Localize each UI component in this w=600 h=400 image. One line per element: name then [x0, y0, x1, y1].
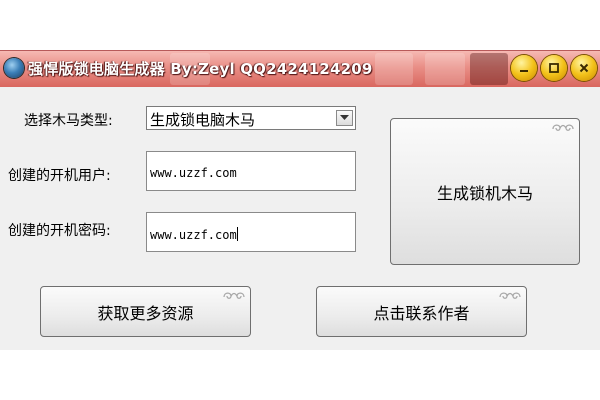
text-caret: [236, 227, 238, 241]
contact-author-button[interactable]: 点击联系作者: [316, 286, 527, 337]
close-button[interactable]: [571, 55, 597, 81]
swirl-ornament-icon: [552, 124, 574, 131]
more-resources-label: 获取更多资源: [97, 303, 194, 323]
user-label: 创建的开机用户:: [8, 168, 111, 184]
app-icon: [4, 58, 24, 78]
password-input[interactable]: www.uzzf.com: [146, 212, 356, 252]
type-select[interactable]: 生成锁电脑木马: [146, 106, 356, 130]
minimize-icon: [520, 70, 528, 72]
user-input[interactable]: www.uzzf.com: [146, 151, 356, 191]
generate-button[interactable]: 生成锁机木马: [390, 118, 580, 265]
contact-author-label: 点击联系作者: [373, 303, 470, 323]
chevron-down-icon: [340, 115, 349, 120]
maximize-icon: [549, 63, 559, 73]
swirl-ornament-icon: [223, 292, 245, 299]
dropdown-arrow-button[interactable]: [336, 110, 353, 126]
window-title: 强悍版锁电脑生成器 By:Zeyl QQ2424124209: [28, 60, 373, 78]
type-select-value: 生成锁电脑木马: [150, 111, 256, 129]
password-label: 创建的开机密码:: [8, 223, 111, 239]
app-window: 强悍版锁电脑生成器 By:Zeyl QQ2424124209 选择木马类型: 生…: [0, 50, 600, 350]
maximize-button[interactable]: [541, 55, 567, 81]
swirl-ornament-icon: [499, 292, 521, 299]
type-label: 选择木马类型:: [24, 113, 113, 129]
password-input-value: www.uzzf.com: [150, 228, 237, 242]
generate-button-label: 生成锁机木马: [436, 183, 533, 203]
close-icon: [579, 63, 589, 73]
more-resources-button[interactable]: 获取更多资源: [40, 286, 251, 337]
minimize-button[interactable]: [511, 55, 537, 81]
user-input-value: www.uzzf.com: [150, 166, 237, 180]
title-bar[interactable]: 强悍版锁电脑生成器 By:Zeyl QQ2424124209: [0, 51, 600, 87]
